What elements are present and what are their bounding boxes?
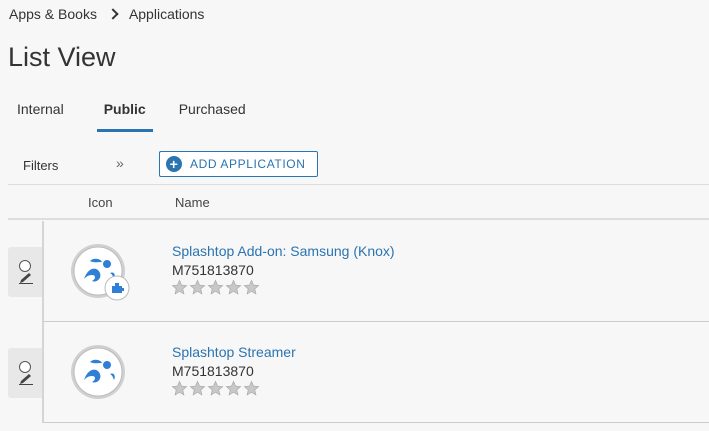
- breadcrumb-applications: Applications: [128, 6, 205, 22]
- rating-stars: [171, 380, 261, 397]
- star-icon: [207, 279, 224, 295]
- tab-public[interactable]: Public: [96, 96, 153, 132]
- row-select-cell[interactable]: [8, 348, 43, 398]
- star-icon: [243, 380, 260, 396]
- double-chevron-right-icon[interactable]: »: [116, 155, 124, 171]
- app-id: M751813870: [172, 262, 254, 278]
- column-header-icon[interactable]: Icon: [88, 195, 113, 210]
- plus-circle-icon: +: [166, 156, 182, 172]
- tab-purchased[interactable]: Purchased: [179, 96, 246, 132]
- filters-label[interactable]: Filters: [23, 158, 58, 173]
- tab-bar: Internal Public Purchased: [0, 96, 246, 132]
- row-radio-button[interactable]: [19, 361, 31, 373]
- star-icon: [189, 380, 206, 396]
- page-title: List View: [8, 42, 116, 72]
- app-name-link[interactable]: Splashtop Streamer: [172, 344, 296, 360]
- pencil-icon[interactable]: [18, 272, 34, 284]
- app-name-link[interactable]: Splashtop Add-on: Samsung (Knox): [172, 243, 395, 259]
- breadcrumb-apps-books[interactable]: Apps & Books: [9, 6, 97, 22]
- star-icon: [189, 279, 206, 295]
- add-application-label: ADD APPLICATION: [190, 157, 306, 171]
- chevron-right-icon: [107, 8, 119, 20]
- rating-stars: [171, 279, 261, 296]
- splashtop-addon-icon: [70, 243, 132, 305]
- app-id: M751813870: [172, 363, 254, 379]
- grid-header: Icon Name: [8, 184, 709, 220]
- breadcrumb: Apps & Books Applications: [9, 6, 204, 22]
- row-select-cell[interactable]: [8, 247, 43, 297]
- add-application-button[interactable]: + ADD APPLICATION: [159, 151, 318, 177]
- star-icon: [171, 380, 188, 396]
- star-icon: [225, 380, 242, 396]
- star-icon: [243, 279, 260, 295]
- splashtop-icon: [70, 344, 132, 406]
- column-header-name[interactable]: Name: [175, 195, 210, 210]
- table-row[interactable]: Splashtop Add-on: Samsung (Knox) M751813…: [8, 221, 709, 322]
- row-radio-button[interactable]: [19, 260, 31, 272]
- star-icon: [225, 279, 242, 295]
- tab-internal[interactable]: Internal: [17, 96, 64, 132]
- star-icon: [171, 279, 188, 295]
- toolbar: Filters » + ADD APPLICATION: [0, 151, 709, 184]
- star-icon: [207, 380, 224, 396]
- pencil-icon[interactable]: [18, 373, 34, 385]
- table-row[interactable]: Splashtop Streamer M751813870: [8, 322, 709, 423]
